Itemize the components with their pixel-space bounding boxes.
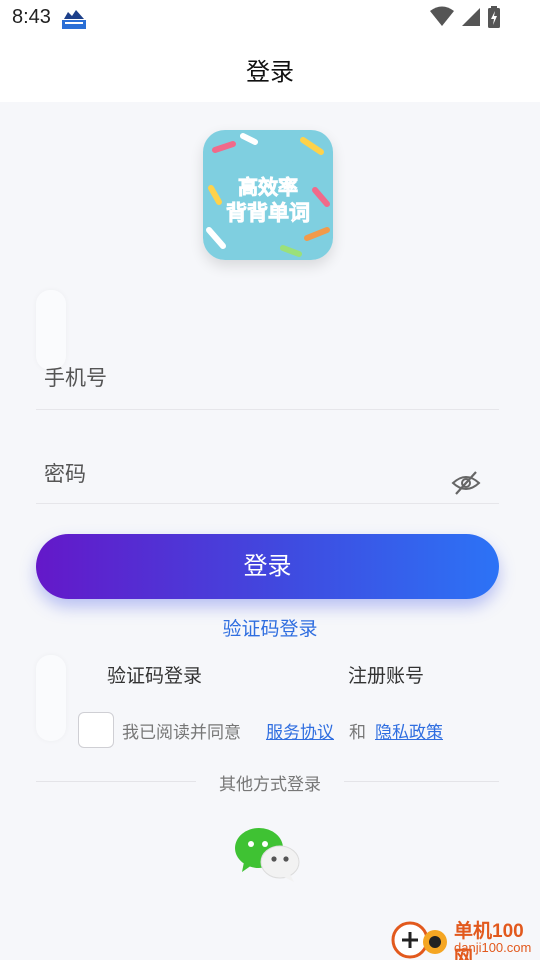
logo-line1: 高效率 xyxy=(238,175,298,199)
register-option[interactable]: 注册账号 xyxy=(348,661,424,688)
watermark-logo-icon xyxy=(391,921,447,959)
privacy-policy-link[interactable]: 隐私政策 xyxy=(375,718,443,743)
service-agreement-link[interactable]: 服务协议 xyxy=(266,718,334,743)
agree-text: 我已阅读并同意 xyxy=(122,723,241,743)
decorative-shape xyxy=(36,655,66,741)
other-login-label: 其他方式登录 xyxy=(219,775,321,795)
page-title: 登录 xyxy=(246,58,294,86)
phone-field[interactable]: 手机号 xyxy=(36,350,499,410)
status-time: 8:43 xyxy=(12,6,51,28)
logo-artwork: 高效率 背背单词 xyxy=(203,130,333,260)
sms-login-link[interactable]: 验证码登录 xyxy=(0,614,540,641)
battery-icon xyxy=(488,6,500,28)
password-placeholder: 密码 xyxy=(44,462,86,486)
eye-off-icon[interactable] xyxy=(451,468,481,498)
agree-and: 和 xyxy=(349,723,366,743)
wechat-icon[interactable] xyxy=(234,824,302,884)
password-field[interactable]: 密码 xyxy=(36,440,499,504)
status-icons xyxy=(430,6,500,28)
phone-placeholder: 手机号 xyxy=(44,366,107,390)
agree-checkbox[interactable] xyxy=(78,712,114,748)
title-bar: 登录 xyxy=(0,36,540,102)
app-logo: 高效率 背背单词 xyxy=(203,130,333,260)
logo-line2: 背背单词 xyxy=(226,201,310,225)
login-button[interactable]: 登录 xyxy=(36,534,499,599)
watermark-url: danji100.com xyxy=(454,940,532,955)
notification-app-icon xyxy=(62,10,86,29)
wifi-icon xyxy=(430,6,454,26)
watermark: 单机100网 danji100.com xyxy=(390,916,540,960)
status-bar: 8:43 xyxy=(0,0,540,36)
signal-icon xyxy=(462,8,480,26)
sms-login-option[interactable]: 验证码登录 xyxy=(107,661,202,688)
